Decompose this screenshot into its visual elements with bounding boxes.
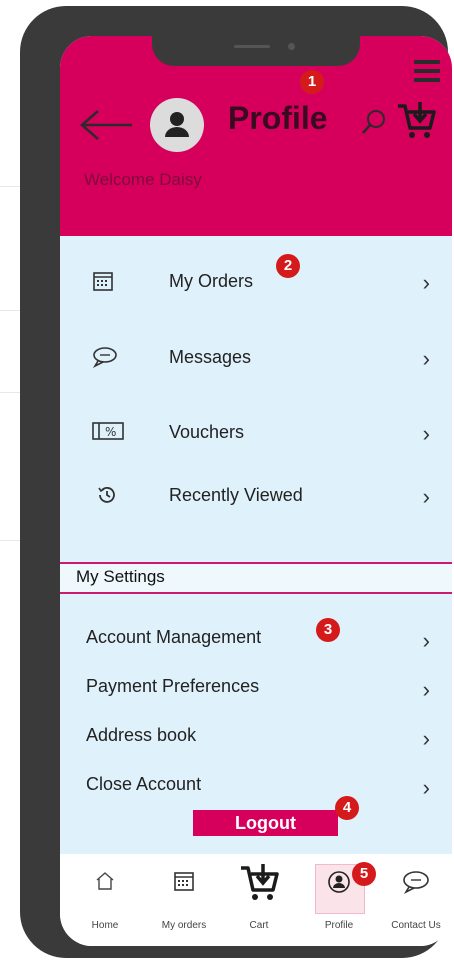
chevron-right-icon: ›: [422, 677, 430, 702]
settings-item-payment-preferences[interactable]: Payment Preferences ›: [60, 669, 452, 705]
nav-item-contact-us[interactable]: Contact Us: [377, 854, 452, 946]
nav-item-label: Profile: [324, 920, 354, 931]
chat-icon: [377, 870, 452, 906]
welcome-text: Welcome Daisy: [84, 170, 202, 189]
settings-item-account-management[interactable]: Account Management ›: [60, 620, 452, 656]
settings-section-header: My Settings: [60, 562, 452, 594]
annotation-badge-2: 2: [276, 254, 300, 278]
chevron-right-icon: ›: [422, 726, 430, 751]
phone-screen: Profile Welcome Daisy 1 My Orders › 2 Me…: [60, 36, 452, 946]
menu-item-recently-viewed[interactable]: Recently Viewed ›: [60, 476, 452, 516]
settings-item-close-account[interactable]: Close Account ›: [60, 767, 452, 803]
cart-icon: [220, 862, 298, 900]
speaker-grill: [234, 45, 270, 48]
chevron-right-icon: ›: [422, 421, 430, 446]
voucher-icon: %: [92, 421, 124, 446]
menu-item-label: Messages: [169, 347, 252, 367]
menu-item-my-orders[interactable]: My Orders ›: [60, 262, 452, 302]
nav-item-label: Cart: [249, 920, 269, 931]
calendar-icon: [92, 270, 114, 297]
chevron-right-icon: ›: [422, 270, 430, 295]
nav-item-label: Contact Us: [391, 920, 441, 931]
chevron-right-icon: ›: [422, 775, 430, 800]
chevron-right-icon: ›: [422, 346, 430, 371]
front-camera: [288, 43, 295, 50]
nav-item-my-orders[interactable]: My orders: [145, 854, 223, 946]
calendar-icon: [145, 870, 223, 906]
settings-item-label: Account Management: [86, 627, 262, 647]
annotation-badge-1: 1: [300, 70, 324, 94]
cart-icon[interactable]: [396, 100, 436, 145]
nav-item-cart[interactable]: Cart: [220, 854, 298, 946]
settings-item-label: Payment Preferences: [86, 676, 260, 696]
nav-item-home[interactable]: Home: [66, 854, 144, 946]
hamburger-icon[interactable]: [414, 60, 440, 82]
page-title: Profile: [228, 100, 328, 136]
menu-item-label: Vouchers: [169, 422, 245, 442]
bottom-nav: Home My orders Cart Profile Contact Us: [60, 854, 452, 946]
annotation-badge-5: 5: [352, 862, 376, 886]
history-icon: [96, 484, 118, 511]
menu-item-label: Recently Viewed: [169, 485, 303, 505]
chevron-right-icon: ›: [422, 484, 430, 509]
menu-item-messages[interactable]: Messages ›: [60, 338, 452, 378]
avatar-icon[interactable]: [150, 98, 204, 152]
settings-item-label: Close Account: [86, 774, 202, 794]
phone-notch: [152, 36, 360, 66]
annotation-badge-3: 3: [316, 618, 340, 642]
chevron-right-icon: ›: [422, 628, 430, 653]
menu-item-vouchers[interactable]: % Vouchers ›: [60, 413, 452, 453]
settings-title: My Settings: [76, 567, 165, 586]
menu-item-label: My Orders: [169, 271, 254, 291]
svg-text:%: %: [105, 425, 116, 439]
nav-item-label: My orders: [161, 920, 207, 931]
phone-frame: Profile Welcome Daisy 1 My Orders › 2 Me…: [20, 6, 452, 958]
profile-header: Profile Welcome Daisy: [60, 36, 452, 236]
settings-item-label: Address book: [86, 725, 197, 745]
back-arrow-icon[interactable]: [78, 108, 134, 147]
annotation-badge-4: 4: [335, 796, 359, 820]
nav-item-label: Home: [91, 920, 119, 931]
logout-button[interactable]: Logout: [193, 810, 338, 836]
settings-item-address-book[interactable]: Address book ›: [60, 718, 452, 754]
home-icon: [66, 870, 144, 906]
search-icon[interactable]: [360, 108, 388, 141]
chat-icon: [92, 346, 118, 373]
